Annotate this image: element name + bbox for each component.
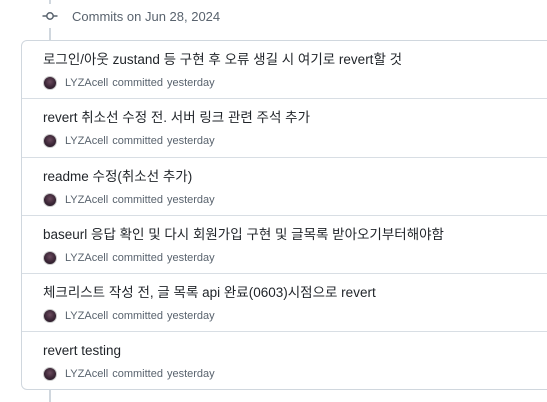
commit-list: 로그인/아웃 zustand 등 구현 후 오류 생길 시 여기로 revert… (21, 40, 547, 390)
commit-time: yesterday (166, 77, 215, 89)
commit-action-text: committed (112, 135, 163, 148)
commit-action-text: committed (112, 251, 163, 264)
user-avatar[interactable] (43, 367, 57, 382)
commit-title-link[interactable]: baseurl 응답 확인 및 다시 회원가입 구현 및 글목록 받아오기부터해… (43, 226, 547, 244)
commit-author-link[interactable]: LYZAcell (65, 77, 108, 89)
commit-title-link[interactable]: 로그인/아웃 zustand 등 구현 후 오류 생길 시 여기로 revert… (43, 51, 547, 69)
commit-time: yesterday (166, 251, 215, 264)
git-commit-icon (40, 6, 60, 26)
commit-title-link[interactable]: readme 수정(취소선 추가) (43, 168, 547, 186)
user-avatar[interactable] (43, 134, 57, 149)
commit-title-link[interactable]: 체크리스트 작성 전, 글 목록 api 완료(0603)시점으로 revert (43, 284, 547, 302)
commit-row[interactable]: readme 수정(취소선 추가) LYZAcell committed yes… (22, 158, 547, 216)
commit-group-header: Commits on Jun 28, 2024 (40, 4, 221, 28)
commit-author-link[interactable]: LYZAcell (65, 252, 108, 264)
commit-time: yesterday (166, 193, 215, 206)
commit-meta: LYZAcell committed yesterday (43, 133, 547, 149)
commit-author-link[interactable]: LYZAcell (65, 194, 108, 206)
commit-meta: LYZAcell committed yesterday (43, 308, 547, 324)
commit-author-link[interactable]: LYZAcell (65, 135, 108, 147)
commit-row[interactable]: revert 취소선 수정 전. 서버 링크 관련 주석 추가 LYZAcell… (22, 99, 547, 158)
commit-author-link[interactable]: LYZAcell (65, 310, 108, 322)
commit-group-title: Commits on Jun 28, 2024 (72, 8, 221, 24)
commit-author-link[interactable]: LYZAcell (65, 368, 108, 380)
commit-action-text: committed (112, 368, 163, 381)
commit-action-text: committed (112, 77, 163, 89)
commit-meta: LYZAcell committed yesterday (43, 192, 547, 208)
user-avatar[interactable] (43, 192, 57, 207)
commit-action-text: committed (112, 310, 163, 323)
commit-meta: LYZAcell committed yesterday (43, 75, 547, 91)
commit-time: yesterday (166, 310, 215, 323)
user-avatar[interactable] (43, 250, 57, 265)
commit-meta: LYZAcell committed yesterday (43, 250, 547, 266)
commit-row[interactable]: revert testing LYZAcell committed yester… (22, 332, 547, 389)
commit-time: yesterday (166, 368, 215, 381)
commit-title-link[interactable]: revert testing (43, 342, 547, 360)
commit-meta: LYZAcell committed yesterday (43, 366, 547, 382)
user-avatar[interactable] (43, 309, 57, 324)
commit-row[interactable]: 로그인/아웃 zustand 등 구현 후 오류 생길 시 여기로 revert… (22, 41, 547, 100)
commit-action-text: committed (112, 193, 163, 206)
user-avatar[interactable] (43, 76, 57, 90)
commit-time: yesterday (166, 135, 215, 148)
commit-title-link[interactable]: revert 취소선 수정 전. 서버 링크 관련 주석 추가 (43, 109, 547, 127)
commit-row[interactable]: 체크리스트 작성 전, 글 목록 api 완료(0603)시점으로 revert… (22, 274, 547, 333)
commit-row[interactable]: baseurl 응답 확인 및 다시 회원가입 구현 및 글목록 받아오기부터해… (22, 216, 547, 275)
